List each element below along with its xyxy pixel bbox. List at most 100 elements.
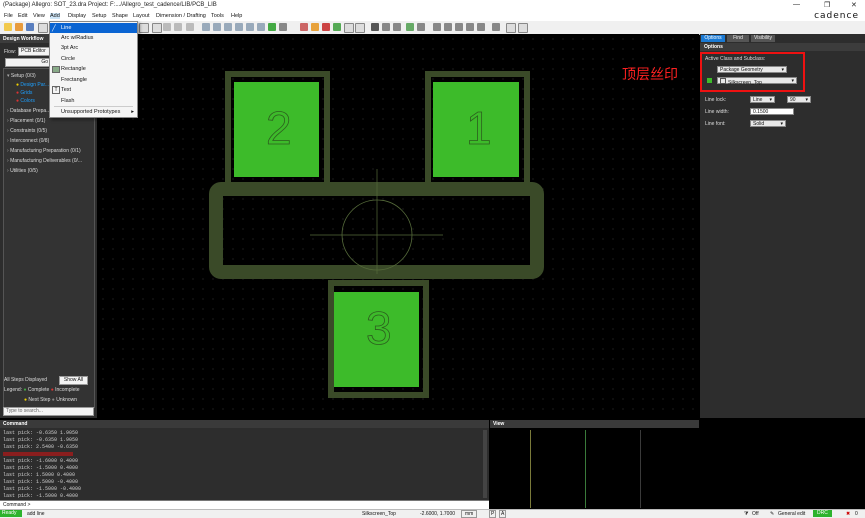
menu-layout[interactable]: Layout bbox=[133, 13, 150, 19]
design-canvas[interactable]: 2 1 3 bbox=[98, 34, 699, 418]
pad-icon[interactable] bbox=[406, 23, 414, 31]
status-subclass: Silkscreen_Top bbox=[362, 511, 396, 517]
menu-item-frectangle[interactable]: Frectangle bbox=[50, 75, 137, 85]
tree-item[interactable]: ● Design Par... bbox=[16, 82, 49, 88]
line-lock-angle-select[interactable]: 90 ▾ bbox=[787, 96, 811, 103]
layers-icon[interactable] bbox=[355, 23, 365, 33]
menu-item-text[interactable]: T Text bbox=[50, 85, 137, 95]
line-font-select[interactable]: Solid ▾ bbox=[750, 120, 786, 127]
menu-item-circle[interactable]: Circle bbox=[50, 54, 137, 64]
report-icon[interactable] bbox=[492, 23, 500, 31]
save-icon[interactable] bbox=[26, 23, 34, 31]
menu-tools[interactable]: Tools bbox=[211, 13, 224, 19]
menu-item-rectangle[interactable]: Rectangle bbox=[50, 64, 137, 74]
menu-display[interactable]: Display bbox=[68, 13, 86, 19]
menu-help[interactable]: Help bbox=[231, 13, 242, 19]
text-tool-icon[interactable] bbox=[417, 23, 425, 31]
component-icon[interactable] bbox=[433, 23, 441, 31]
drc-indicator[interactable]: DRC bbox=[813, 510, 832, 517]
menu-edit[interactable]: Edit bbox=[18, 13, 27, 19]
menu-setup[interactable]: Setup bbox=[92, 13, 106, 19]
show-all-button[interactable]: Show All bbox=[59, 376, 88, 385]
status-count: 0 bbox=[855, 511, 858, 517]
redraw-icon[interactable] bbox=[268, 23, 276, 31]
filter-icon[interactable]: ⧩ bbox=[744, 511, 748, 517]
shadow-icon[interactable] bbox=[311, 23, 319, 31]
rotate-icon[interactable] bbox=[186, 23, 194, 31]
status-edit-mode[interactable]: General edit bbox=[778, 511, 805, 517]
zoom-fit-icon[interactable] bbox=[213, 23, 221, 31]
menu-view[interactable]: View bbox=[33, 13, 45, 19]
tree-item[interactable]: › Utilities (0/5) bbox=[7, 168, 38, 174]
tree-item[interactable]: › Database Prepa... bbox=[7, 108, 50, 114]
workflow-search-input[interactable]: Type to search... bbox=[3, 407, 94, 416]
symbol-icon[interactable] bbox=[455, 23, 463, 31]
tree-item[interactable]: › Manufacturing Deliverables (0/... bbox=[7, 158, 82, 164]
command-output-line: last pick: -1.5000 0.4000 bbox=[3, 493, 79, 499]
error-flag-icon[interactable]: ✖ bbox=[846, 511, 850, 517]
zoom-out-icon[interactable] bbox=[235, 23, 243, 31]
menu-item-flash[interactable]: Flash bbox=[50, 96, 137, 106]
tab-options[interactable]: Options bbox=[701, 35, 725, 42]
minimize-button[interactable]: — bbox=[793, 1, 800, 8]
copy-icon[interactable] bbox=[174, 23, 182, 31]
menu-dimension-drafting[interactable]: Dimension / Drafting bbox=[156, 13, 206, 19]
menu-shape[interactable]: Shape bbox=[112, 13, 128, 19]
check-icon[interactable] bbox=[477, 23, 485, 31]
menu-item-line[interactable]: ╱ Line bbox=[50, 23, 137, 33]
menu-bar: File Edit View Add Display Setup Shape L… bbox=[0, 11, 865, 21]
3d-view-icon[interactable] bbox=[279, 23, 287, 31]
zoom-world-icon[interactable] bbox=[246, 23, 254, 31]
command-scrollbar[interactable] bbox=[483, 430, 487, 498]
status-filter: Off bbox=[752, 511, 759, 517]
new-icon[interactable] bbox=[4, 23, 12, 31]
tab-visibility[interactable]: Visibility bbox=[751, 35, 775, 42]
line-lock-select[interactable]: Line ▾ bbox=[750, 96, 775, 103]
line-width-input[interactable]: 0.1500 bbox=[750, 108, 794, 115]
capture-icon[interactable] bbox=[506, 23, 516, 33]
tree-item[interactable]: › Manufacturing Preparation (0/1) bbox=[7, 148, 81, 154]
menu-item-3pt-arc[interactable]: 3pt Arc bbox=[50, 43, 137, 53]
highlight-icon[interactable] bbox=[322, 23, 330, 31]
command-input[interactable]: Command > bbox=[0, 500, 489, 509]
zoom-in-icon[interactable] bbox=[224, 23, 232, 31]
query-icon[interactable] bbox=[393, 23, 401, 31]
tree-item[interactable]: › Constraints (0/5) bbox=[7, 128, 47, 134]
tree-item[interactable]: › Interconnect (0/8) bbox=[7, 138, 49, 144]
flow-select[interactable]: PCB Editor bbox=[18, 47, 50, 56]
eye-icon[interactable] bbox=[371, 23, 379, 31]
pad-number-1: 1 bbox=[466, 102, 492, 154]
package-icon[interactable] bbox=[444, 23, 452, 31]
tree-item[interactable]: ▾ Setup (0/3) bbox=[7, 73, 36, 79]
dehighlight-icon[interactable] bbox=[333, 23, 341, 31]
snap-icon[interactable] bbox=[139, 23, 149, 33]
tree-item[interactable]: › Placement (0/1) bbox=[7, 118, 45, 124]
menu-item-unsupported-prototypes[interactable]: Unsupported Prototypes ▸ bbox=[50, 107, 137, 117]
pad-number-2: 2 bbox=[266, 102, 292, 154]
color-icon[interactable] bbox=[300, 23, 308, 31]
zoom-points-icon[interactable] bbox=[202, 23, 210, 31]
tab-find[interactable]: Find bbox=[727, 35, 749, 42]
status-command: add line bbox=[27, 511, 45, 517]
close-button[interactable]: ✕ bbox=[851, 1, 857, 9]
open-icon[interactable] bbox=[15, 23, 23, 31]
undo-icon[interactable] bbox=[38, 23, 48, 33]
menu-file[interactable]: File bbox=[4, 13, 13, 19]
steps-displayed-label: All Steps Displayed bbox=[4, 377, 48, 383]
command-panel: Command last pick: -0.6350 1.9050 last p… bbox=[0, 420, 489, 509]
net-icon[interactable] bbox=[466, 23, 474, 31]
tree-item[interactable]: ● Colors bbox=[16, 98, 35, 104]
pin-icon[interactable] bbox=[152, 23, 162, 33]
zoom-previous-icon[interactable] bbox=[257, 23, 265, 31]
pad-number-3: 3 bbox=[366, 302, 392, 354]
menu-add[interactable]: Add bbox=[50, 13, 60, 19]
move-icon[interactable] bbox=[163, 23, 171, 31]
tree-item[interactable]: ● Grids bbox=[16, 90, 32, 96]
command-header: Command bbox=[0, 420, 489, 428]
measure-icon[interactable] bbox=[382, 23, 390, 31]
view-grid-line bbox=[530, 430, 531, 508]
settings-icon[interactable] bbox=[518, 23, 528, 33]
visibility-icon[interactable] bbox=[344, 23, 354, 33]
maximize-button[interactable]: ❐ bbox=[824, 1, 830, 9]
menu-item-arc-radius[interactable]: Arc w/Radius bbox=[50, 33, 137, 43]
